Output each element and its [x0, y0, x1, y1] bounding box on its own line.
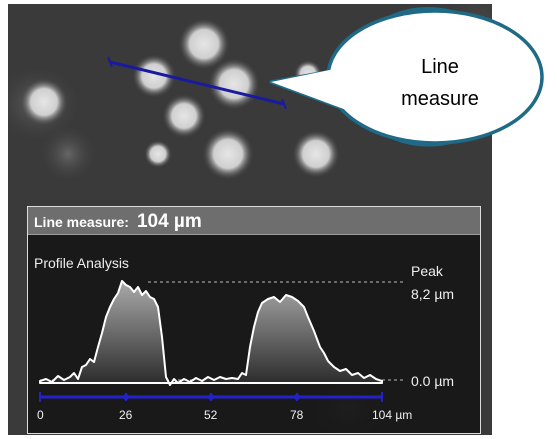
axis-tick-label: 26 [119, 408, 133, 422]
axis-tick-label: 0 [37, 408, 44, 422]
callout-bubble [269, 7, 544, 147]
callout-text-line1: Line [421, 56, 459, 78]
axis-tick-label: 52 [204, 408, 218, 422]
profile-curve [39, 280, 383, 386]
axis-tick-label: 104 µm [372, 408, 413, 422]
zero-value: 0.0 µm [411, 373, 455, 389]
measure-panel: Line measure: 104 µm Profile Analysis Pe… [27, 206, 481, 434]
peak-label: Peak [411, 263, 443, 279]
axis-tick-label: 78 [290, 408, 304, 422]
peak-value: 8,2 µm [411, 286, 455, 302]
callout-text-line2: measure [401, 88, 479, 110]
profile-chart [39, 280, 406, 402]
